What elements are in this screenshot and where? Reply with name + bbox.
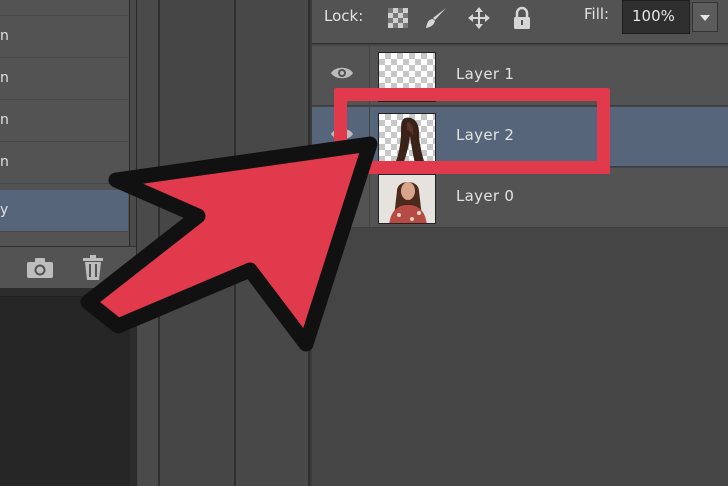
camera-icon[interactable] — [26, 257, 54, 279]
history-item[interactable]: n — [0, 58, 128, 100]
fill-label: Fill: — [584, 5, 610, 23]
layer-name: Layer 0 — [456, 187, 515, 205]
lock-label: Lock: — [324, 7, 364, 25]
lock-all-icon[interactable] — [510, 6, 534, 30]
lock-transparent-pixels-icon[interactable] — [386, 6, 410, 30]
red-arrow-icon — [80, 136, 378, 352]
layer-name: Layer 1 — [456, 65, 515, 83]
history-item-label: n — [0, 154, 9, 170]
fill-dropdown-button[interactable] — [692, 2, 718, 32]
history-item-label: n — [0, 70, 9, 86]
history-item-label: n — [0, 112, 9, 128]
fill-input[interactable]: 100% — [622, 0, 690, 34]
lock-position-icon[interactable] — [467, 6, 491, 30]
history-item-label: y — [0, 202, 9, 218]
eye-icon[interactable] — [330, 65, 354, 81]
lock-image-pixels-icon[interactable] — [424, 6, 448, 30]
history-item-label: n — [0, 28, 9, 44]
history-item[interactable] — [0, 0, 128, 16]
history-item[interactable]: n — [0, 16, 128, 58]
lock-toolbar: Lock: Fill: 100% — [312, 0, 728, 44]
